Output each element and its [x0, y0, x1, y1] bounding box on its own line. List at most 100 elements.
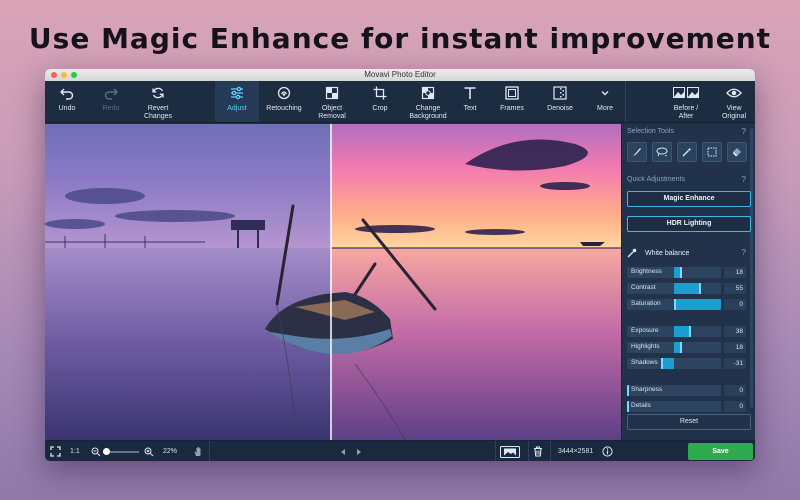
slider-label: Details [631, 402, 651, 409]
delete-button[interactable] [533, 441, 543, 461]
tab-object-removal[interactable]: Object Removal [309, 81, 355, 122]
info-icon [602, 446, 613, 457]
slider-knob[interactable] [679, 267, 682, 278]
slider-details[interactable]: Details 0 [627, 401, 751, 412]
eye-icon [726, 85, 742, 101]
rectangle-select-button[interactable] [702, 142, 722, 162]
previous-image-button[interactable] [339, 441, 347, 461]
tab-denoise[interactable]: Denoise [535, 81, 585, 122]
slider-shadows[interactable]: Shadows -31 [627, 358, 751, 369]
status-divider [209, 441, 210, 461]
object-removal-icon [324, 85, 340, 101]
minimize-window-button[interactable] [61, 72, 67, 78]
slider-track[interactable]: Sharpness [627, 385, 721, 396]
slider-label: Exposure [631, 327, 659, 334]
slider-sharpness[interactable]: Sharpness 0 [627, 385, 751, 396]
undo-button[interactable]: Undo [45, 81, 89, 122]
view-original-button[interactable]: View Original [714, 81, 754, 122]
slider-exposure[interactable]: Exposure 38 [627, 326, 751, 337]
maximize-window-button[interactable] [71, 72, 77, 78]
hdr-lighting-button[interactable]: HDR Lighting [627, 216, 751, 232]
selection-tools-help[interactable]: ? [742, 127, 746, 136]
lasso-tool-button[interactable] [652, 142, 672, 162]
frames-icon [504, 85, 520, 101]
revert-icon [150, 85, 166, 101]
magic-wand-icon [682, 147, 692, 157]
before-after-button[interactable]: Before / After [658, 81, 714, 122]
slider-value[interactable]: 0 [724, 401, 746, 412]
next-image-button[interactable] [355, 441, 363, 461]
eyedropper-icon [627, 248, 637, 258]
slider-value[interactable]: 0 [724, 385, 746, 396]
slider-label: Contrast [631, 284, 656, 291]
image-gallery-icon [500, 445, 520, 458]
slider-knob[interactable] [679, 342, 682, 353]
app-window: Movavi Photo Editor Undo Redo Revert Cha… [45, 69, 755, 461]
tab-frames[interactable]: Frames [489, 81, 535, 122]
slider-knob[interactable] [660, 358, 663, 369]
slider-knob[interactable] [699, 283, 702, 294]
slider-knob[interactable] [674, 299, 676, 310]
slider-track[interactable]: Saturation [627, 299, 721, 310]
tab-adjust[interactable]: Adjust [215, 81, 259, 122]
toolbar: Undo Redo Revert Changes Adjust Retouchi… [45, 81, 755, 123]
zoom-out-button[interactable] [91, 441, 101, 461]
tab-change-background[interactable]: Change Background [405, 81, 451, 122]
zoom-slider[interactable] [103, 441, 141, 461]
revert-changes-button[interactable]: Revert Changes [133, 81, 183, 122]
slider-value[interactable]: 55 [724, 283, 746, 294]
image-info-button[interactable] [602, 441, 613, 461]
slider-brightness[interactable]: Brightness 18 [627, 267, 751, 278]
more-button[interactable]: More [585, 81, 625, 122]
slider-value[interactable]: 18 [724, 342, 746, 353]
fit-to-screen-button[interactable] [50, 441, 61, 461]
headline: Use Magic Enhance for instant improvemen… [28, 22, 772, 55]
zoom-level: 22% [163, 448, 178, 455]
slider-track[interactable]: Details [627, 401, 721, 412]
slider-fill [674, 283, 700, 294]
sliders-icon [229, 85, 245, 101]
slider-label: Highlights [631, 343, 660, 350]
slider-fill [674, 299, 721, 310]
slider-value[interactable]: 38 [724, 326, 746, 337]
tab-retouching[interactable]: Retouching [259, 81, 309, 122]
brush-icon [633, 148, 641, 156]
white-balance-row[interactable]: White balance [627, 248, 689, 258]
tab-text[interactable]: Text [451, 81, 489, 122]
slider-knob[interactable] [689, 326, 692, 337]
image-gallery-button[interactable] [500, 441, 520, 461]
slider-track[interactable]: Brightness [627, 267, 721, 278]
slider-track[interactable]: Contrast [627, 283, 721, 294]
white-balance-help[interactable]: ? [742, 248, 746, 257]
tab-crop[interactable]: Crop [355, 81, 405, 122]
slider-highlights[interactable]: Highlights 18 [627, 342, 751, 353]
magic-enhance-button[interactable]: Magic Enhance [627, 191, 751, 207]
slider-saturation[interactable]: Saturation 0 [627, 299, 751, 310]
actual-size-button[interactable]: 1:1 [70, 441, 80, 461]
reset-button[interactable]: Reset [627, 414, 751, 430]
denoise-label: Denoise [547, 105, 573, 112]
slider-knob[interactable] [627, 401, 629, 412]
slider-track[interactable]: Exposure [627, 326, 721, 337]
slider-value[interactable]: 0 [724, 299, 746, 310]
hand-tool-button[interactable] [193, 441, 204, 461]
slider-track[interactable]: Highlights [627, 342, 721, 353]
brush-tool-button[interactable] [627, 142, 647, 162]
slider-track[interactable]: Shadows [627, 358, 721, 369]
photo-canvas[interactable] [45, 124, 621, 440]
redo-button[interactable]: Redo [89, 81, 133, 122]
close-window-button[interactable] [51, 72, 57, 78]
zoom-slider-knob[interactable] [103, 447, 110, 455]
slider-contrast[interactable]: Contrast 55 [627, 283, 751, 294]
revert-label: Revert Changes [143, 105, 173, 120]
slider-knob[interactable] [627, 385, 629, 396]
slider-value[interactable]: -31 [724, 358, 746, 369]
zoom-in-button[interactable] [144, 441, 154, 461]
magic-wand-tool-button[interactable] [677, 142, 697, 162]
eraser-tool-button[interactable] [727, 142, 747, 162]
frames-label: Frames [500, 105, 524, 112]
slider-value[interactable]: 18 [724, 267, 746, 278]
change-background-icon [420, 85, 436, 101]
save-button[interactable]: Save [688, 443, 753, 460]
quick-adjustments-help[interactable]: ? [742, 175, 746, 184]
